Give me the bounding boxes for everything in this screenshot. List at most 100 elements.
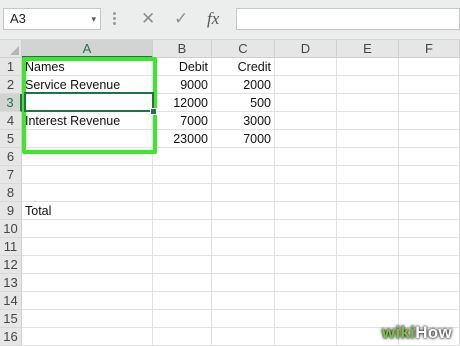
cell-d10[interactable] — [275, 220, 337, 238]
row-header-3[interactable]: 3 — [0, 94, 22, 112]
cell-d4[interactable] — [275, 112, 337, 130]
cell-c16[interactable] — [212, 328, 275, 346]
cell-d2[interactable] — [275, 76, 337, 94]
cell-c7[interactable] — [212, 166, 275, 184]
cell-a9[interactable]: Total — [22, 202, 153, 220]
cell-d11[interactable] — [275, 238, 337, 256]
formula-input[interactable] — [236, 8, 460, 30]
cell-b3[interactable]: 12000 — [153, 94, 212, 112]
cell-f2[interactable] — [399, 76, 460, 94]
row-header-16[interactable]: 16 — [0, 328, 22, 346]
cell-f4[interactable] — [399, 112, 460, 130]
cell-a12[interactable] — [22, 256, 153, 274]
cell-d15[interactable] — [275, 310, 337, 328]
cell-c11[interactable] — [212, 238, 275, 256]
cell-b11[interactable] — [153, 238, 212, 256]
row-header-2[interactable]: 2 — [0, 76, 22, 94]
cell-a11[interactable] — [22, 238, 153, 256]
row-header-5[interactable]: 5 — [0, 130, 22, 148]
cell-b9[interactable] — [153, 202, 212, 220]
cell-d12[interactable] — [275, 256, 337, 274]
cell-c13[interactable] — [212, 274, 275, 292]
cell-e1[interactable] — [337, 58, 399, 76]
cell-d6[interactable] — [275, 148, 337, 166]
column-header-e[interactable]: E — [337, 40, 399, 58]
row-header-8[interactable]: 8 — [0, 184, 22, 202]
drag-handle-icon[interactable] — [113, 10, 117, 27]
cell-e6[interactable] — [337, 148, 399, 166]
cell-e11[interactable] — [337, 238, 399, 256]
cell-a14[interactable] — [22, 292, 153, 310]
cell-e14[interactable] — [337, 292, 399, 310]
cancel-icon[interactable]: ✕ — [141, 7, 155, 31]
cell-d13[interactable] — [275, 274, 337, 292]
cell-e9[interactable] — [337, 202, 399, 220]
cell-a13[interactable] — [22, 274, 153, 292]
insert-function-icon[interactable]: fx — [207, 7, 219, 31]
cell-e13[interactable] — [337, 274, 399, 292]
cell-e5[interactable] — [337, 130, 399, 148]
cell-e4[interactable] — [337, 112, 399, 130]
cell-f5[interactable] — [399, 130, 460, 148]
cell-f14[interactable] — [399, 292, 460, 310]
cell-c6[interactable] — [212, 148, 275, 166]
cell-c8[interactable] — [212, 184, 275, 202]
cell-a7[interactable] — [22, 166, 153, 184]
cell-d16[interactable] — [275, 328, 337, 346]
cell-f1[interactable] — [399, 58, 460, 76]
cell-c3[interactable]: 500 — [212, 94, 275, 112]
cell-c5[interactable]: 7000 — [212, 130, 275, 148]
column-header-d[interactable]: D — [275, 40, 337, 58]
row-header-12[interactable]: 12 — [0, 256, 22, 274]
cell-b16[interactable] — [153, 328, 212, 346]
column-header-f[interactable]: F — [399, 40, 460, 58]
cell-a8[interactable] — [22, 184, 153, 202]
cell-d3[interactable] — [275, 94, 337, 112]
cell-d9[interactable] — [275, 202, 337, 220]
cell-b7[interactable] — [153, 166, 212, 184]
fill-handle[interactable] — [150, 108, 157, 115]
cell-e8[interactable] — [337, 184, 399, 202]
cell-f9[interactable] — [399, 202, 460, 220]
cell-c15[interactable] — [212, 310, 275, 328]
cell-d14[interactable] — [275, 292, 337, 310]
row-header-10[interactable]: 10 — [0, 220, 22, 238]
row-header-14[interactable]: 14 — [0, 292, 22, 310]
row-header-15[interactable]: 15 — [0, 310, 22, 328]
cell-f10[interactable] — [399, 220, 460, 238]
cell-a10[interactable] — [22, 220, 153, 238]
cell-c10[interactable] — [212, 220, 275, 238]
cell-b8[interactable] — [153, 184, 212, 202]
cell-b15[interactable] — [153, 310, 212, 328]
cell-f6[interactable] — [399, 148, 460, 166]
cell-b14[interactable] — [153, 292, 212, 310]
row-header-1[interactable]: 1 — [0, 58, 22, 76]
cell-f13[interactable] — [399, 274, 460, 292]
cell-e7[interactable] — [337, 166, 399, 184]
name-box[interactable]: A3 ▾ — [3, 8, 101, 30]
column-header-a[interactable]: A — [22, 40, 153, 58]
cell-c9[interactable] — [212, 202, 275, 220]
column-header-b[interactable]: B — [153, 40, 212, 58]
cell-a15[interactable] — [22, 310, 153, 328]
cell-b5[interactable]: 23000 — [153, 130, 212, 148]
cell-e12[interactable] — [337, 256, 399, 274]
cell-f11[interactable] — [399, 238, 460, 256]
enter-icon[interactable]: ✓ — [174, 7, 188, 31]
cell-d1[interactable] — [275, 58, 337, 76]
cell-b10[interactable] — [153, 220, 212, 238]
row-header-7[interactable]: 7 — [0, 166, 22, 184]
cell-b6[interactable] — [153, 148, 212, 166]
cell-f12[interactable] — [399, 256, 460, 274]
cell-c12[interactable] — [212, 256, 275, 274]
cell-b13[interactable] — [153, 274, 212, 292]
cell-e10[interactable] — [337, 220, 399, 238]
cell-d5[interactable] — [275, 130, 337, 148]
cell-c4[interactable]: 3000 — [212, 112, 275, 130]
cell-b4[interactable]: 7000 — [153, 112, 212, 130]
row-header-9[interactable]: 9 — [0, 202, 22, 220]
cell-c14[interactable] — [212, 292, 275, 310]
cell-f7[interactable] — [399, 166, 460, 184]
cell-c2[interactable]: 2000 — [212, 76, 275, 94]
row-header-13[interactable]: 13 — [0, 274, 22, 292]
